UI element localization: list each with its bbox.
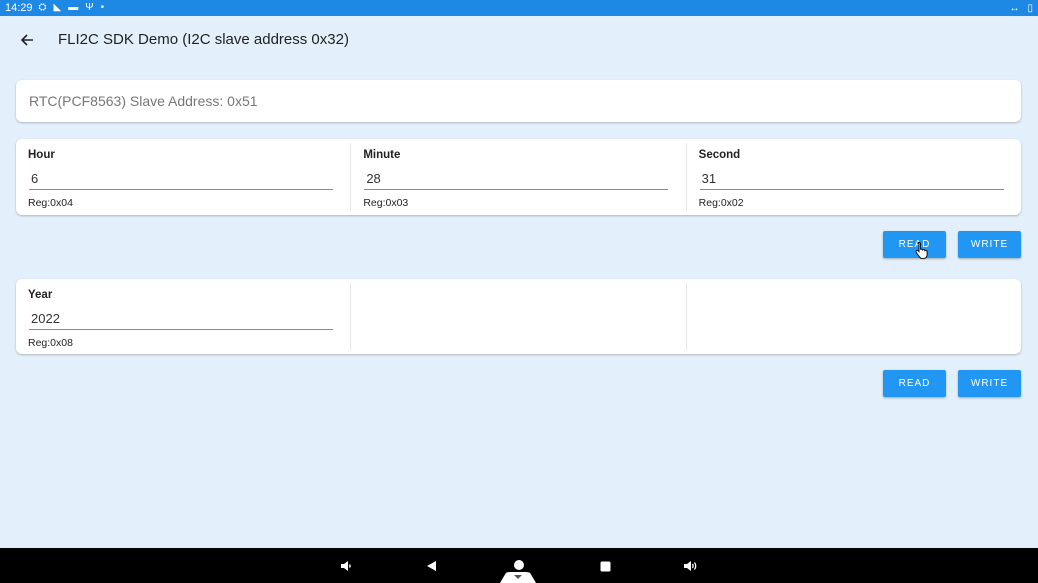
app-bar: FLI2C SDK Demo (I2C slave address 0x32): [0, 16, 1038, 64]
hour-reg-label: Reg:0x04: [28, 197, 73, 209]
wifi-off-icon: ◣: [53, 2, 62, 13]
page-title: FLI2C SDK Demo (I2C slave address 0x32): [58, 31, 349, 48]
usb-icon: Ψ: [85, 2, 94, 13]
back-arrow-icon[interactable]: [17, 30, 37, 50]
time-read-button[interactable]: READ: [883, 231, 946, 258]
minute-reg-label: Reg:0x03: [363, 197, 409, 209]
hour-label: Hour: [28, 149, 55, 161]
status-time: 14:29: [5, 2, 33, 14]
year-reg-label: Reg:0x08: [28, 337, 73, 349]
year-label: Year: [28, 289, 53, 301]
date-write-button[interactable]: WRITE: [958, 370, 1021, 397]
minute-label: Minute: [363, 149, 401, 161]
rtc-address-card: RTC(PCF8563) Slave Address: 0x51: [16, 80, 1021, 122]
recents-square-icon[interactable]: [596, 557, 614, 575]
vpn-arrows-icon: ↔: [1009, 2, 1020, 14]
volume-down-icon[interactable]: [337, 557, 355, 575]
hour-column: Hour Reg:0x04: [16, 143, 352, 211]
volume-up-icon[interactable]: [682, 557, 700, 575]
chevron-down-icon: [514, 575, 522, 579]
second-reg-label: Reg:0x02: [698, 197, 744, 209]
home-circle-icon[interactable]: [510, 556, 528, 574]
settings-icon: ⛭: [38, 2, 47, 13]
date-read-button[interactable]: READ: [883, 370, 946, 397]
dot-icon: •: [100, 2, 105, 13]
keyboard-icon: ▬: [68, 2, 79, 13]
battery-icon: ▯: [1027, 2, 1033, 14]
status-bar: 14:29 ⛭ ◣ ▬ Ψ • ↔ ▯: [0, 0, 1038, 16]
date-register-card: Year Reg:0x08: [16, 279, 1021, 354]
time-write-button[interactable]: WRITE: [958, 231, 1021, 258]
back-triangle-icon[interactable]: [423, 557, 441, 575]
empty-column-2: [351, 283, 687, 350]
rtc-address-label: RTC(PCF8563) Slave Address: 0x51: [29, 93, 258, 109]
minute-input[interactable]: [364, 168, 669, 190]
minute-column: Minute Reg:0x03: [351, 143, 687, 211]
hour-input[interactable]: [29, 168, 333, 190]
second-label: Second: [698, 149, 741, 161]
year-input[interactable]: [29, 308, 333, 330]
second-column: Second Reg:0x02: [687, 143, 1021, 211]
time-register-card: Hour Reg:0x04 Minute Reg:0x03 Second Reg…: [16, 139, 1021, 215]
second-input[interactable]: [699, 168, 1004, 190]
year-column: Year Reg:0x08: [16, 283, 352, 350]
empty-column-3: [687, 283, 1021, 350]
